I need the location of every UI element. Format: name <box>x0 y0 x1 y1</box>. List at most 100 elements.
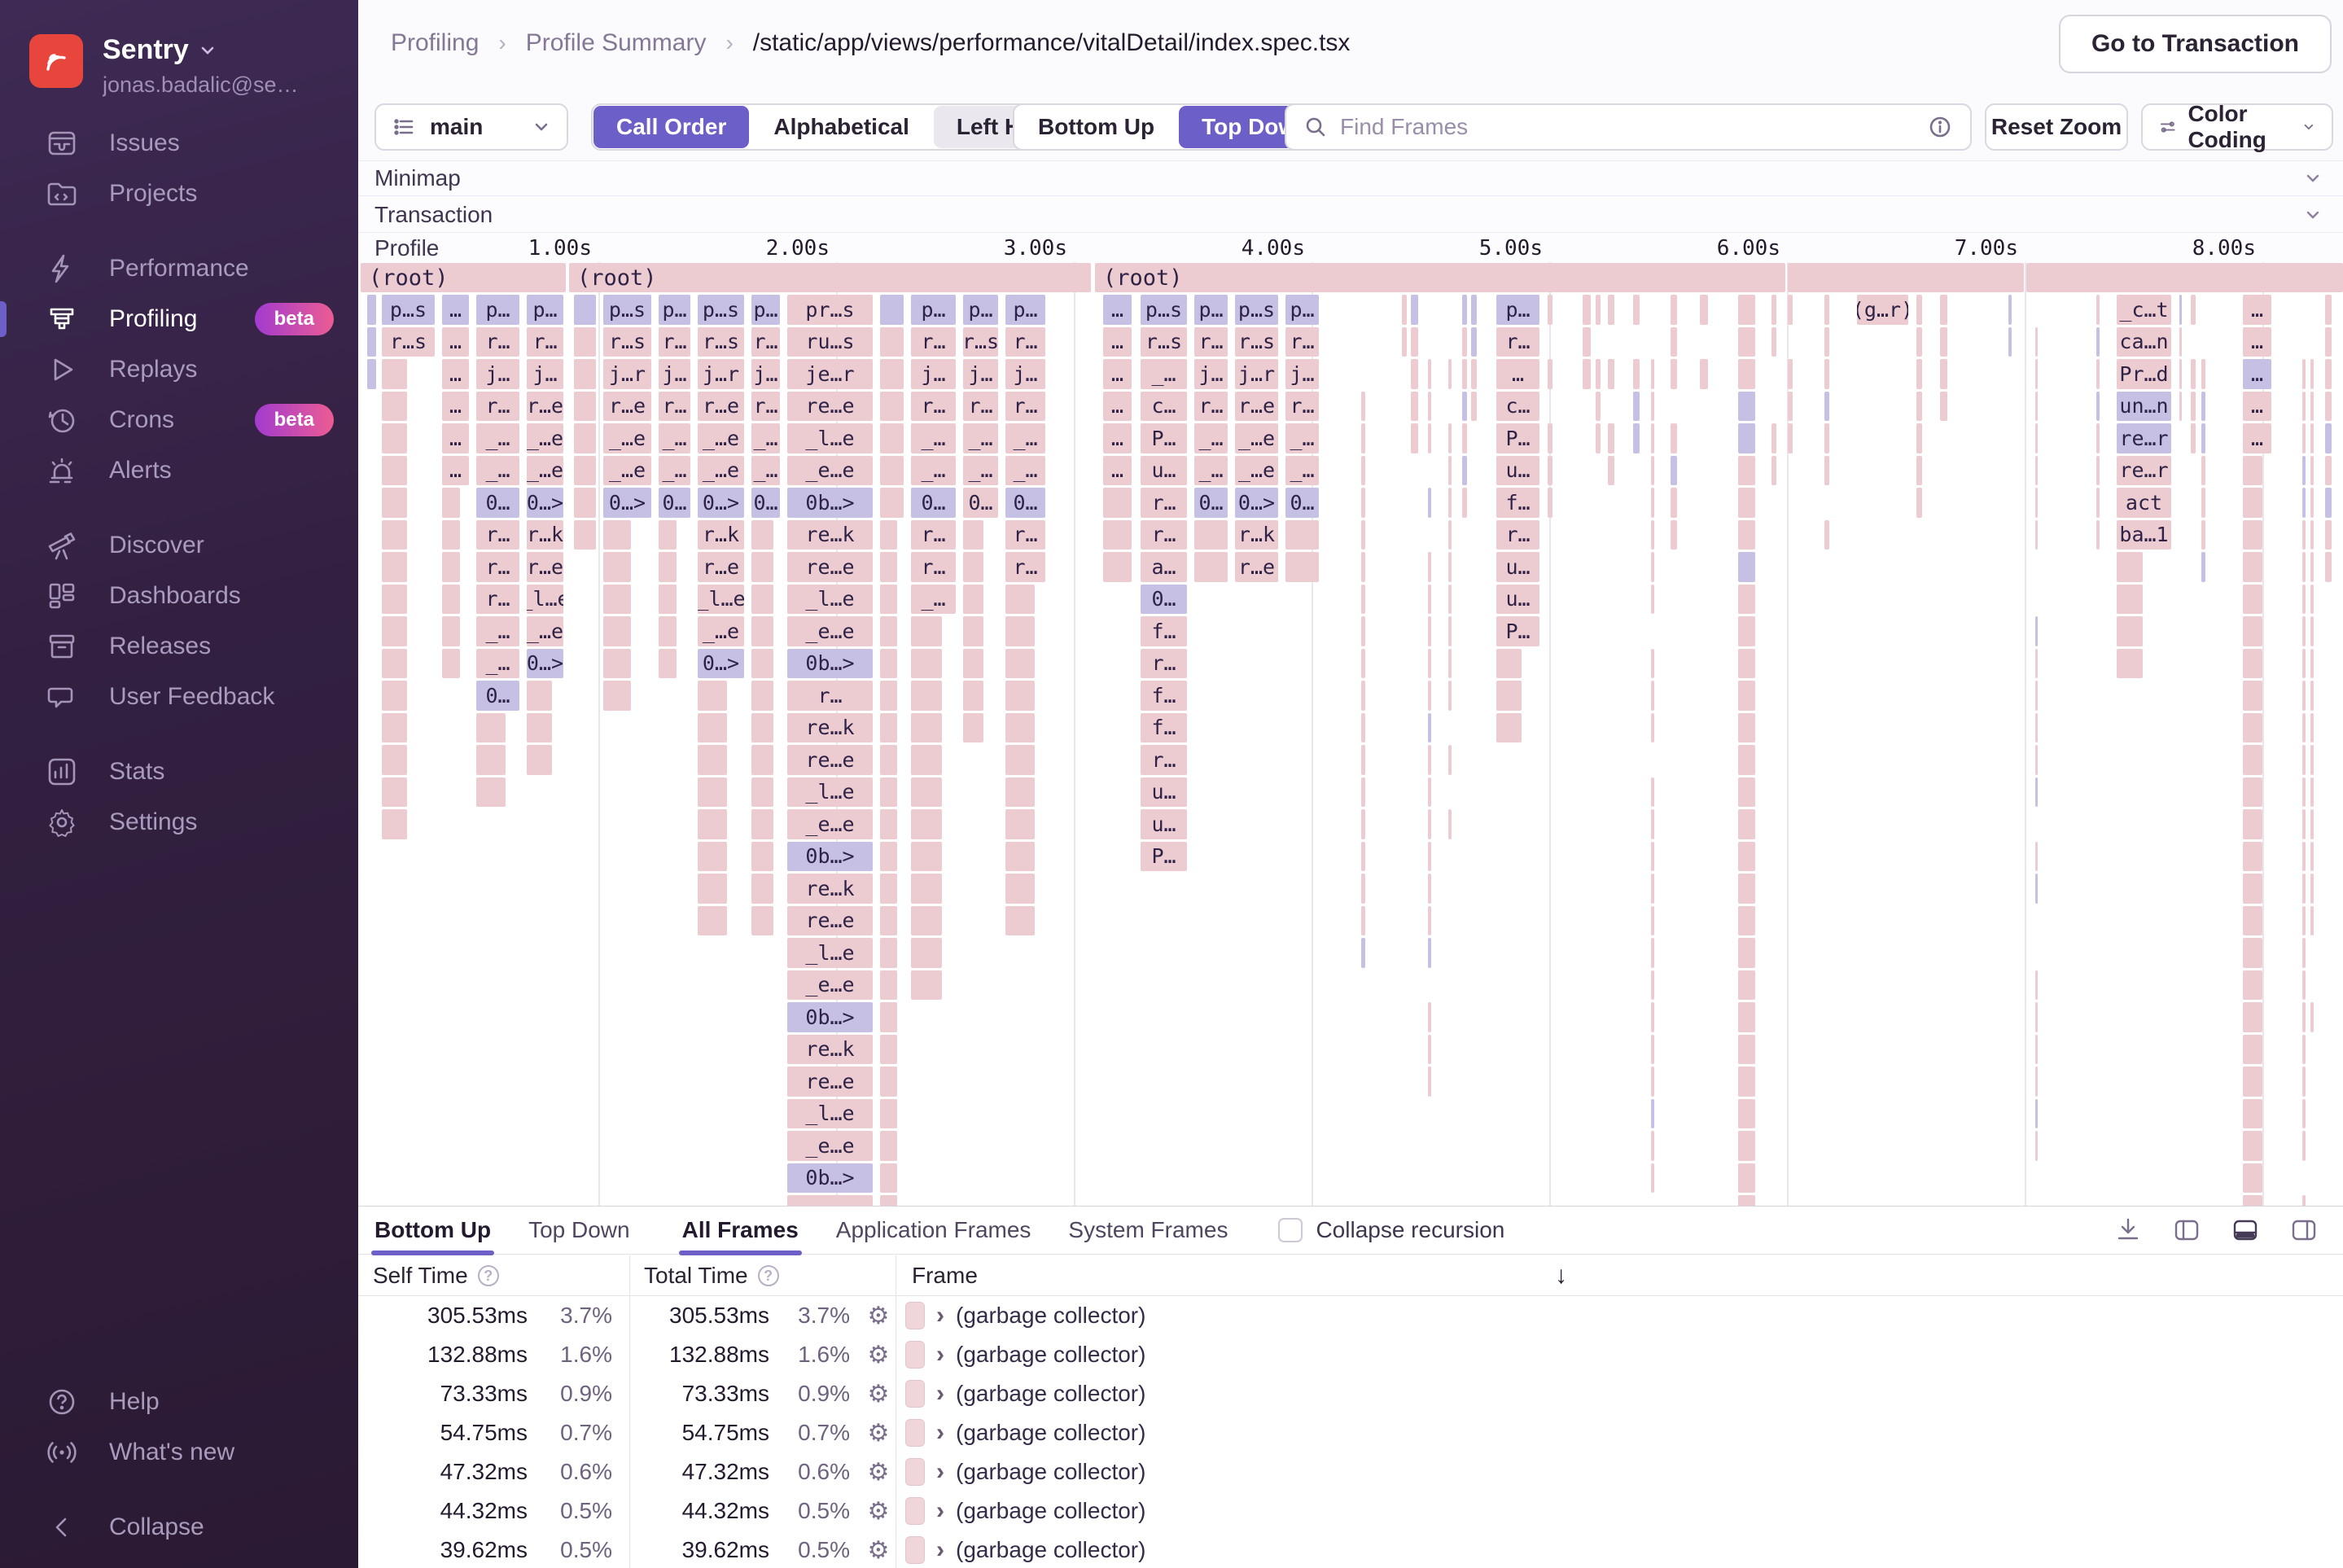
flame-frame[interactable] <box>880 616 897 646</box>
flame-frame[interactable] <box>911 874 942 904</box>
flame-frame[interactable] <box>1940 359 1947 389</box>
flame-frame[interactable] <box>1005 681 1035 711</box>
flame-frame[interactable] <box>1361 745 1366 775</box>
flame-frame[interactable] <box>880 938 897 968</box>
flame-frame[interactable] <box>2035 1099 2038 1129</box>
flame-frame[interactable]: P… <box>1141 842 1187 872</box>
flame-frame[interactable] <box>1361 809 1366 839</box>
flame-frame[interactable] <box>2035 392 2038 422</box>
flame-frame[interactable] <box>2243 842 2262 872</box>
flame-frame[interactable]: _c…t <box>2117 295 2171 325</box>
flame-root-frame[interactable] <box>2026 263 2343 292</box>
flame-frame[interactable] <box>880 777 897 808</box>
flame-frame[interactable] <box>2243 745 2262 775</box>
flame-frame[interactable] <box>880 552 897 582</box>
flame-frame[interactable] <box>442 488 460 518</box>
flame-frame[interactable] <box>382 616 407 646</box>
flame-frame[interactable]: re…e <box>787 906 873 936</box>
flame-frame[interactable]: P… <box>1496 423 1539 453</box>
flame-frame[interactable] <box>1471 392 1477 422</box>
flame-frame[interactable] <box>1916 327 1922 357</box>
frame-cell[interactable]: ›(garbage collector) <box>905 1335 1145 1374</box>
flame-frame[interactable] <box>1462 423 1467 453</box>
flame-frame[interactable] <box>1411 359 1418 389</box>
flame-frame[interactable] <box>2325 552 2332 582</box>
flame-frame[interactable] <box>2096 423 2100 453</box>
flame-frame[interactable] <box>1671 327 1677 357</box>
flame-frame[interactable] <box>476 745 506 775</box>
flame-frame[interactable] <box>382 777 407 808</box>
flame-frame[interactable]: r… <box>1285 392 1319 422</box>
flame-frame[interactable] <box>751 809 773 839</box>
flame-frame[interactable] <box>1428 649 1430 679</box>
flame-frame[interactable]: … <box>1103 295 1132 325</box>
layout-bottom-icon[interactable] <box>2231 1215 2260 1245</box>
flame-frame[interactable]: … <box>1103 327 1132 357</box>
flame-frame[interactable] <box>2302 392 2306 422</box>
flame-frame[interactable] <box>1671 423 1677 453</box>
sidebar-item-performance[interactable]: Performance <box>0 243 358 294</box>
flame-frame[interactable] <box>1651 1099 1654 1129</box>
flame-frame[interactable] <box>698 777 727 808</box>
flame-frame[interactable] <box>2302 1035 2306 1065</box>
flame-frame[interactable] <box>2096 359 2100 389</box>
flame-frame[interactable]: j… <box>1285 359 1319 389</box>
flame-frame[interactable] <box>442 585 460 615</box>
flame-frame[interactable] <box>880 520 897 550</box>
flame-frame[interactable] <box>1651 456 1654 486</box>
flame-frame[interactable] <box>751 777 773 808</box>
tab-all-frames[interactable]: All Frames <box>682 1217 799 1243</box>
flame-frame[interactable] <box>1651 874 1654 904</box>
flame-frame[interactable] <box>880 745 897 775</box>
sidebar-item-dashboards[interactable]: Dashboards <box>0 571 358 621</box>
flame-frame[interactable]: act <box>2117 488 2171 518</box>
flame-root-frame[interactable]: (root) <box>361 263 566 292</box>
flame-frame[interactable] <box>2243 1131 2262 1161</box>
flame-frame[interactable]: _… <box>476 649 519 679</box>
flame-frame[interactable]: _l…e <box>698 585 744 615</box>
flame-frame[interactable] <box>1428 488 1430 518</box>
flame-frame[interactable] <box>1005 874 1035 904</box>
flame-frame[interactable] <box>1428 906 1430 936</box>
flame-frame[interactable] <box>2302 520 2306 550</box>
table-row[interactable]: 44.32ms0.5%44.32ms0.5%⚙›(garbage collect… <box>358 1491 1583 1531</box>
flame-frame[interactable] <box>1738 906 1755 936</box>
flame-frame[interactable]: u… <box>1141 777 1187 808</box>
flame-frame[interactable] <box>2243 585 2262 615</box>
flame-frame[interactable]: _… <box>476 616 519 646</box>
flame-frame[interactable]: 0… <box>911 488 956 518</box>
flame-frame[interactable] <box>1608 295 1614 325</box>
frame-cell[interactable]: ›(garbage collector) <box>905 1374 1145 1413</box>
flame-frame[interactable] <box>1361 456 1366 486</box>
flame-frame[interactable] <box>2310 359 2313 389</box>
flame-frame[interactable] <box>2302 1099 2306 1129</box>
flame-frame[interactable]: r… <box>911 552 956 582</box>
flame-frame[interactable] <box>1738 1067 1755 1097</box>
flame-frame[interactable]: … <box>2243 295 2271 325</box>
flame-frame[interactable] <box>1738 1002 1755 1032</box>
flame-frame[interactable] <box>2302 970 2306 1001</box>
flame-frame[interactable]: r…s <box>1141 327 1187 357</box>
flame-frame[interactable] <box>1448 520 1452 550</box>
flame-frame[interactable] <box>574 295 596 325</box>
flame-frame[interactable]: c… <box>1496 392 1539 422</box>
flame-frame[interactable] <box>2325 359 2332 389</box>
flame-frame[interactable]: p… <box>963 295 998 325</box>
flame-frame[interactable]: u… <box>1141 809 1187 839</box>
flame-frame[interactable]: _…e <box>1235 456 1278 486</box>
flame-frame[interactable] <box>1738 1099 1755 1129</box>
flame-frame[interactable]: re…k <box>787 874 873 904</box>
flame-frame[interactable] <box>1285 520 1319 550</box>
flame-frame[interactable] <box>1738 359 1755 389</box>
flame-frame[interactable] <box>1428 552 1430 582</box>
sidebar-item-releases[interactable]: Releases <box>0 621 358 672</box>
flame-frame[interactable]: u… <box>1496 585 1539 615</box>
flame-frame[interactable] <box>2302 616 2306 646</box>
flame-frame[interactable] <box>1738 745 1755 775</box>
flame-frame[interactable] <box>1824 520 1829 550</box>
flame-frame[interactable]: r… <box>787 1195 873 1206</box>
flame-frame[interactable] <box>2035 456 2038 486</box>
flame-frame[interactable] <box>2035 970 2038 1001</box>
flame-frame[interactable] <box>751 616 773 646</box>
flame-frame[interactable]: p… <box>476 295 519 325</box>
